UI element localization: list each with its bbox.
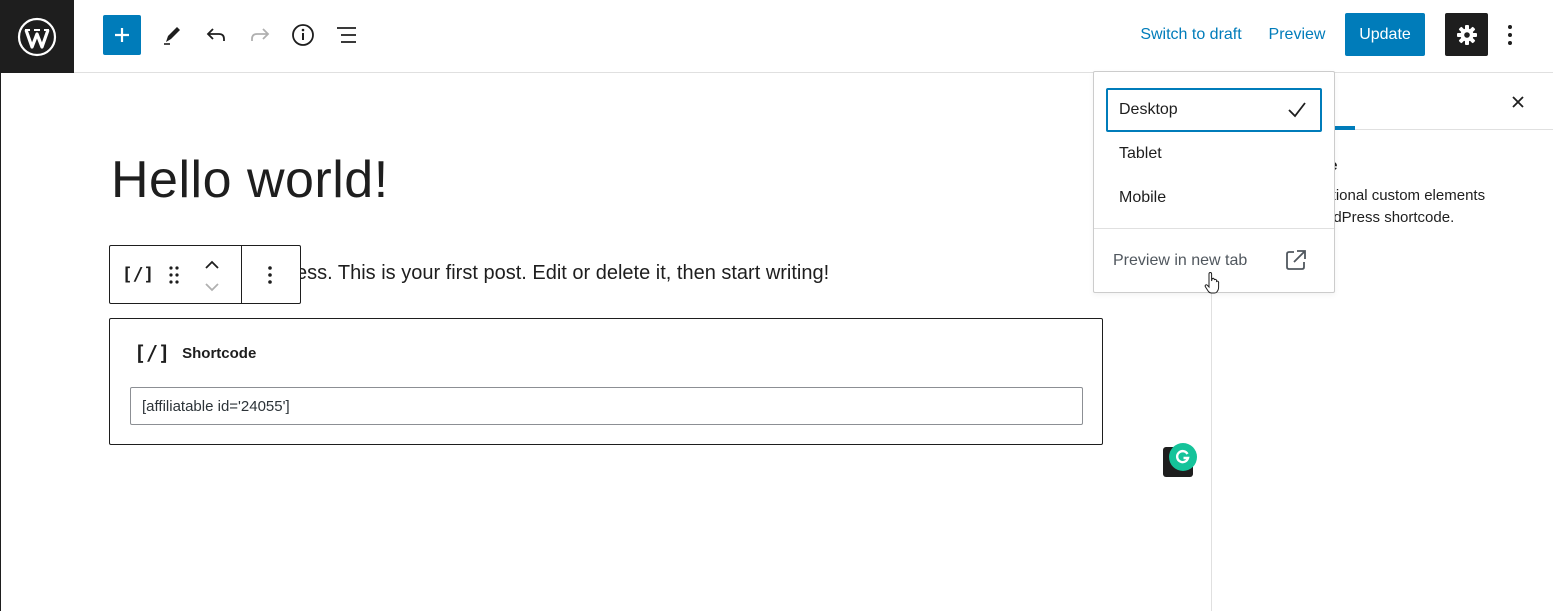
add-block-button[interactable]	[103, 15, 141, 55]
menu-item-mobile[interactable]: Mobile	[1106, 176, 1322, 220]
chevron-up-icon	[205, 260, 219, 269]
preview-dropdown-menu: Desktop Tablet Mobile Preview in new tab	[1093, 71, 1335, 293]
options-button[interactable]	[1497, 14, 1523, 56]
canvas-edge	[0, 73, 1, 611]
wordpress-logo[interactable]	[0, 0, 74, 73]
details-button[interactable]	[285, 14, 321, 56]
block-type-button[interactable]: [/]	[118, 246, 158, 303]
settings-button[interactable]	[1445, 13, 1488, 56]
switch-to-draft-button[interactable]: Switch to draft	[1135, 14, 1247, 56]
list-view-icon	[337, 27, 356, 43]
drag-handle-icon	[169, 265, 179, 284]
grammarly-widget[interactable]	[1163, 443, 1197, 477]
gear-icon	[1456, 24, 1477, 45]
shortcode-block-header: [/] Shortcode	[134, 341, 256, 365]
menu-item-desktop[interactable]: Desktop	[1106, 88, 1322, 132]
checkmark-icon	[1288, 102, 1306, 118]
shortcode-input[interactable]	[130, 387, 1083, 425]
info-icon	[292, 24, 314, 46]
external-link-icon	[1286, 250, 1306, 270]
block-desc-line: ditional custom elements	[1320, 187, 1486, 204]
paragraph-block[interactable]: ess. This is your first post. Edit or de…	[296, 262, 829, 285]
block-desc-line: ordPress shortcode.	[1320, 209, 1455, 226]
block-toolbar: [/]	[109, 245, 301, 304]
menu-separator	[1094, 228, 1334, 229]
grammarly-icon	[1169, 443, 1197, 471]
shortcode-icon: [/]	[121, 264, 155, 285]
preview-in-new-tab-label: Preview in new tab	[1113, 252, 1248, 269]
wordpress-logo-icon	[17, 17, 57, 56]
hand-pointer-cursor-icon	[1204, 272, 1220, 294]
shortcode-label: Shortcode	[182, 344, 257, 362]
toolbar-divider	[241, 246, 242, 303]
menu-item-label: Tablet	[1119, 145, 1162, 162]
shortcode-block[interactable]: [/] Shortcode	[109, 318, 1103, 445]
menu-item-label: Mobile	[1119, 189, 1167, 206]
post-title[interactable]: Hello world!	[111, 150, 389, 210]
vertical-ellipsis-icon	[1508, 25, 1512, 45]
drag-handle[interactable]	[162, 246, 186, 303]
redo-icon	[251, 28, 270, 41]
pencil-icon	[164, 27, 180, 45]
list-view-button[interactable]	[329, 14, 365, 56]
undo-icon	[206, 28, 225, 41]
preview-button[interactable]: Preview	[1263, 14, 1331, 56]
move-up-button[interactable]	[198, 251, 226, 279]
close-icon	[1512, 96, 1524, 108]
update-button[interactable]: Update	[1345, 13, 1425, 56]
menu-item-label: Desktop	[1119, 101, 1178, 118]
editor-header: Switch to draft Preview Update	[0, 0, 1553, 73]
redo-button[interactable]	[242, 14, 278, 56]
vertical-ellipsis-icon	[268, 265, 272, 284]
move-down-button[interactable]	[198, 276, 226, 298]
block-card-description: ditional custom elements ordPress shortc…	[1320, 185, 1515, 229]
close-sidebar-button[interactable]	[1503, 87, 1533, 117]
chevron-down-icon	[205, 283, 219, 292]
shortcode-icon: [/]	[134, 341, 171, 365]
plus-icon	[115, 28, 129, 42]
menu-item-tablet[interactable]: Tablet	[1106, 132, 1322, 176]
tools-button[interactable]	[154, 14, 190, 56]
block-options-button[interactable]	[250, 246, 290, 303]
undo-button[interactable]	[198, 14, 234, 56]
